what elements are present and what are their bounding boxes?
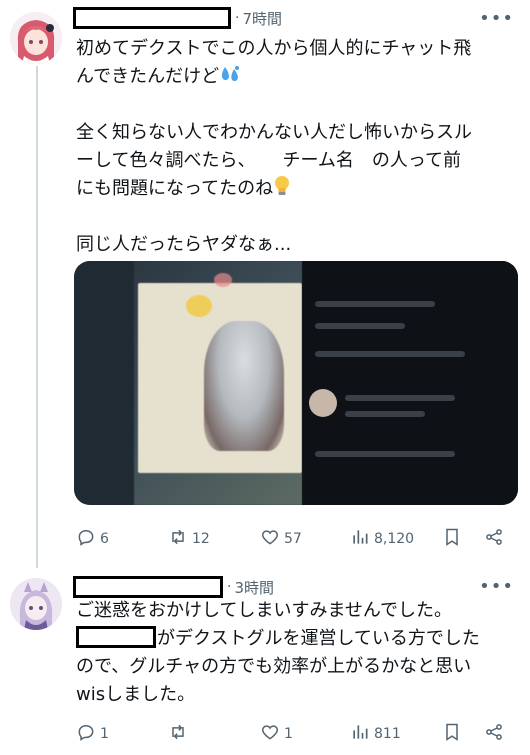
reply-icon xyxy=(76,527,100,551)
retweet-button[interactable] xyxy=(168,722,192,746)
tweet-text-fragment: がデクストグルを運営している方でした xyxy=(157,628,480,649)
retweet-button[interactable]: 12 xyxy=(168,527,210,551)
more-icon[interactable]: ••• xyxy=(479,10,514,28)
retweet-icon xyxy=(168,722,192,746)
tweet-actions: 1 1 811 xyxy=(0,722,530,746)
share-button[interactable] xyxy=(484,722,508,746)
tweet-text-line: wisしました。 xyxy=(76,684,196,705)
reply-count: 1 xyxy=(100,726,109,742)
more-icon[interactable]: ••• xyxy=(479,578,514,596)
tweet-text-line: 初めてデクストでこの人から個人的にチャット飛 xyxy=(76,38,472,59)
bookmark-icon xyxy=(442,527,466,551)
views-icon xyxy=(350,722,374,746)
tweet-text-line: にも問題になってたのね xyxy=(76,175,291,206)
like-button[interactable]: 57 xyxy=(260,527,302,551)
heart-icon xyxy=(260,722,284,746)
avatar[interactable] xyxy=(10,12,62,64)
tweet-text-fragment: んできたんだけど xyxy=(76,66,220,87)
retweet-icon xyxy=(168,527,192,551)
light-bulb-icon xyxy=(273,175,291,206)
tweet-text-line: 全く知らない人でわかんない人だし怖いからスル xyxy=(76,122,472,143)
redacted-name xyxy=(76,626,156,648)
heart-icon xyxy=(260,527,284,551)
avatar[interactable] xyxy=(10,578,62,630)
share-icon xyxy=(484,722,508,746)
tweet-header: · 7時間 xyxy=(73,6,282,30)
separator-dot: · xyxy=(227,579,232,595)
views-count: 811 xyxy=(374,726,401,742)
bookmark-button[interactable] xyxy=(442,722,466,746)
reply-count: 6 xyxy=(100,531,109,547)
views-icon xyxy=(350,527,374,551)
timestamp[interactable]: 3時間 xyxy=(234,577,274,598)
like-count: 57 xyxy=(284,531,302,547)
redacted-username[interactable] xyxy=(73,7,231,29)
tweet-text-line: ので、グルチャの方でも効率が上がるかなと思い xyxy=(76,656,472,677)
reply-button[interactable]: 6 xyxy=(76,527,109,551)
sweat-droplets-icon xyxy=(219,65,241,94)
tweet-text-line: ご迷惑をおかけしてしまいすみませんでした。 xyxy=(76,600,453,621)
views-count: 8,120 xyxy=(374,531,415,547)
like-button[interactable]: 1 xyxy=(260,722,293,746)
share-icon xyxy=(484,527,508,551)
blurred-screenshot-left xyxy=(74,261,302,505)
blurred-screenshot-right xyxy=(303,261,518,505)
reply-button[interactable]: 1 xyxy=(76,722,109,746)
tweet-header: · 3時間 xyxy=(73,575,274,599)
tweet-text-line: んできたんだけど xyxy=(76,63,241,94)
views-button[interactable]: 8,120 xyxy=(350,527,414,551)
timestamp[interactable]: 7時間 xyxy=(242,8,282,29)
tweet-text-line: がデクストグルを運営している方でした xyxy=(76,625,480,653)
tweet-text-line: 同じ人だったらヤダなぁ... xyxy=(76,234,292,255)
tweet-text-fragment: にも問題になってたのね xyxy=(76,178,274,199)
bookmark-button[interactable] xyxy=(442,527,466,551)
reply-icon xyxy=(76,722,100,746)
separator-dot: · xyxy=(235,10,240,26)
bookmark-icon xyxy=(442,722,466,746)
redacted-username[interactable] xyxy=(73,576,223,598)
tweet-actions: 6 12 57 8,120 xyxy=(0,527,530,551)
retweet-count: 12 xyxy=(192,531,210,547)
tweet-text-line: ーして色々調べたら、 チーム名 の人って前 xyxy=(76,150,462,171)
views-button[interactable]: 811 xyxy=(350,722,401,746)
share-button[interactable] xyxy=(484,527,508,551)
like-count: 1 xyxy=(284,726,293,742)
media-image[interactable] xyxy=(74,261,518,505)
